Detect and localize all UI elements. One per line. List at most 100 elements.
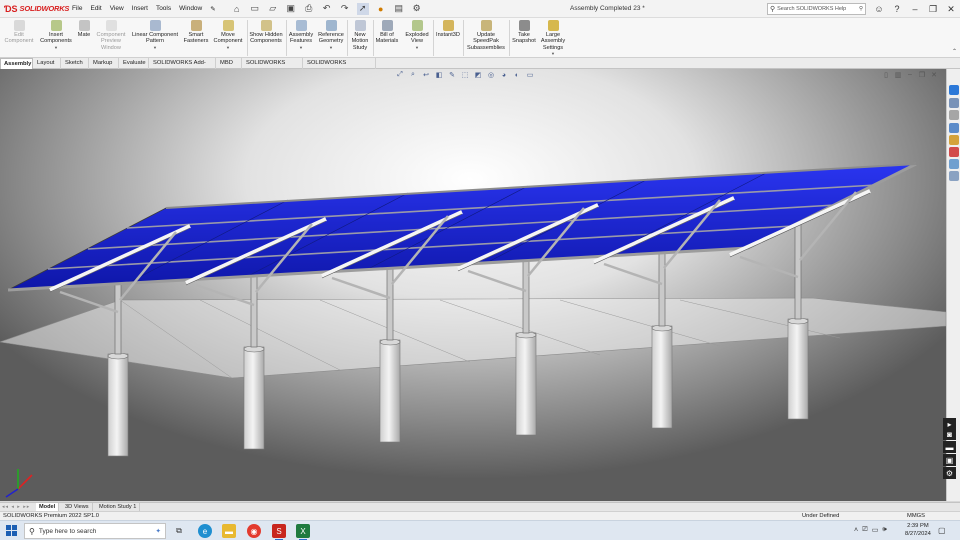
- tab-assembly[interactable]: Assembly: [0, 58, 33, 69]
- system-clock[interactable]: 2:39 PM 8/27/2024: [905, 522, 931, 538]
- search-highlight-icon: ✦: [155, 528, 161, 535]
- dropdown-arrow-icon[interactable]: ▼: [539, 51, 567, 57]
- reference-geometry-button[interactable]: Reference Geometry ▼: [316, 20, 346, 51]
- traffic-light-icon[interactable]: ●: [375, 3, 387, 15]
- home-icon[interactable]: ⌂: [231, 3, 243, 15]
- volume-icon[interactable]: 🕪: [882, 526, 886, 534]
- dropdown-arrow-icon[interactable]: ▼: [129, 45, 181, 51]
- new-motion-study-button[interactable]: New Motion Study: [348, 20, 372, 51]
- bill-of-materials-button[interactable]: Bill of Materials: [374, 20, 400, 45]
- search-magnifier-icon[interactable]: ⚲: [859, 6, 863, 12]
- help-icon[interactable]: ?: [888, 4, 906, 14]
- print-icon[interactable]: ⎙: [303, 3, 315, 15]
- scenes-icon[interactable]: [949, 147, 959, 157]
- solidworks-forum-icon[interactable]: [949, 171, 959, 181]
- take-snapshot-button[interactable]: Take Snapshot: [510, 20, 538, 45]
- new-motion-study-label: New Motion Study: [351, 32, 369, 51]
- task-view-icon[interactable]: ⧉: [172, 524, 186, 538]
- select-arrow-icon[interactable]: ➚: [356, 2, 369, 15]
- mate-button[interactable]: Mate: [76, 20, 92, 38]
- excel-icon[interactable]: X: [296, 524, 310, 540]
- command-manager: Edit Component Insert Components ▼ Mate …: [0, 18, 960, 58]
- pin-icon[interactable]: ✎: [206, 5, 219, 13]
- close-icon[interactable]: ✕: [942, 4, 960, 15]
- video-capture-icon[interactable]: ▬: [943, 441, 956, 453]
- screen-capture-icon[interactable]: ◙: [943, 428, 956, 440]
- tab-solidworks-cam[interactable]: SOLIDWORKS CAM: [243, 58, 303, 77]
- command-tabs: Assembly Layout Sketch Markup Evaluate S…: [0, 58, 960, 77]
- camera-icon: [518, 20, 530, 31]
- tab-sketch[interactable]: Sketch: [62, 58, 89, 69]
- move-component-button[interactable]: Move Component ▼: [211, 20, 245, 51]
- restore-icon[interactable]: ❐: [924, 4, 942, 15]
- menu-file[interactable]: File: [68, 5, 86, 13]
- chrome-icon[interactable]: ◉: [247, 524, 261, 538]
- view-palette-icon[interactable]: [949, 123, 959, 133]
- notifications-icon[interactable]: ▢: [938, 526, 946, 535]
- window-layout-icon[interactable]: ▣: [943, 454, 956, 466]
- collapse-ribbon-icon[interactable]: ⌃: [952, 48, 957, 55]
- solidworks-taskbar-icon[interactable]: S: [272, 524, 286, 540]
- taskbar-search-input[interactable]: ⚲ Type here to search ✦: [24, 523, 166, 539]
- brand-name: SOLIDWORKS: [19, 4, 70, 13]
- menu-edit[interactable]: Edit: [86, 5, 105, 13]
- file-explorer-icon[interactable]: [949, 110, 959, 120]
- dropdown-arrow-icon[interactable]: ▼: [287, 45, 315, 51]
- appearances-icon[interactable]: [949, 135, 959, 145]
- solar-mount-assembly-model[interactable]: [0, 69, 946, 501]
- move-component-label: Move Component: [213, 32, 243, 45]
- show-hidden-label: Show Hidden Components: [249, 32, 283, 45]
- large-assembly-settings-button[interactable]: Large Assembly Settings ▼: [539, 20, 567, 58]
- smart-fasteners-button[interactable]: Smart Fasteners: [182, 20, 210, 45]
- menu-tools[interactable]: Tools: [152, 5, 175, 13]
- component-preview-window-button[interactable]: Component Preview Window: [94, 20, 128, 51]
- assembly-features-button[interactable]: Assembly Features ▼: [287, 20, 315, 51]
- exploded-view-button[interactable]: Exploded View ▼: [402, 20, 432, 51]
- undo-icon[interactable]: ↶: [321, 3, 333, 15]
- minimize-icon[interactable]: –: [906, 4, 924, 14]
- show-hidden-icons-icon[interactable]: ˄: [854, 527, 858, 534]
- options-gear-icon[interactable]: ⚙: [411, 3, 423, 15]
- file-explorer-taskbar-icon[interactable]: ▬: [222, 524, 236, 538]
- insert-components-button[interactable]: Insert Components ▼: [37, 20, 75, 51]
- solidworks-resources-icon[interactable]: [949, 85, 959, 95]
- custom-properties-icon[interactable]: [949, 159, 959, 169]
- menu-view[interactable]: View: [106, 5, 128, 13]
- show-hidden-components-button[interactable]: Show Hidden Components: [248, 20, 284, 45]
- tab-solidworks-add-ins[interactable]: SOLIDWORKS Add-Ins: [150, 58, 216, 77]
- file-properties-icon[interactable]: ▤: [393, 3, 405, 15]
- redo-icon[interactable]: ↷: [339, 3, 351, 15]
- tab-layout[interactable]: Layout: [34, 58, 61, 69]
- display-icon[interactable]: ▭: [872, 526, 879, 534]
- edge-browser-icon[interactable]: e: [198, 524, 212, 538]
- settings-gear-icon[interactable]: ⚙: [943, 467, 956, 479]
- edit-component-button[interactable]: Edit Component: [2, 20, 36, 45]
- tab-markup[interactable]: Markup: [90, 58, 119, 69]
- linear-component-pattern-button[interactable]: Linear Component Pattern ▼: [129, 20, 181, 51]
- solidworks-logo[interactable]: ƊS SOLIDWORKS: [0, 4, 70, 14]
- dropdown-arrow-icon[interactable]: ▼: [37, 45, 75, 51]
- user-account-icon[interactable]: ☺: [870, 4, 888, 14]
- network-icon[interactable]: ⎚: [862, 526, 868, 534]
- new-document-icon[interactable]: ▭: [249, 3, 261, 15]
- help-search-input[interactable]: ⚲ Search SOLIDWORKS Help ⚲: [767, 3, 866, 15]
- dropdown-arrow-icon[interactable]: ▼: [211, 45, 245, 51]
- open-folder-icon[interactable]: ▱: [267, 3, 279, 15]
- bill-of-materials-label: Bill of Materials: [375, 32, 399, 45]
- update-speedpak-button[interactable]: Update SpeedPak Subassemblies: [464, 20, 508, 51]
- menu-insert[interactable]: Insert: [128, 5, 152, 13]
- save-icon[interactable]: ▣: [285, 3, 297, 15]
- instant3d-icon: [442, 20, 454, 31]
- tab-solidworks-inspection[interactable]: SOLIDWORKS Inspection: [304, 58, 376, 77]
- graphics-area[interactable]: ⤢ ⌕ ↩ ◧ ✎ ⬚ ◩ ◎ ◕ ◐ ▭ ▯ ▥ – ❐ ✕: [0, 69, 946, 501]
- windows-start-icon[interactable]: [6, 525, 18, 537]
- dropdown-arrow-icon[interactable]: ▼: [402, 45, 432, 51]
- menu-window[interactable]: Window: [175, 5, 206, 13]
- dropdown-arrow-icon[interactable]: ▼: [316, 45, 346, 51]
- tab-evaluate[interactable]: Evaluate: [120, 58, 149, 69]
- tab-scroll-arrows-icon[interactable]: ◂◂ ◂ ▸ ▸▸: [2, 504, 30, 510]
- design-library-icon[interactable]: [949, 98, 959, 108]
- mate-icon: [78, 20, 90, 31]
- tab-mbd[interactable]: MBD: [217, 58, 242, 69]
- instant3d-button[interactable]: Instant3D: [434, 20, 462, 38]
